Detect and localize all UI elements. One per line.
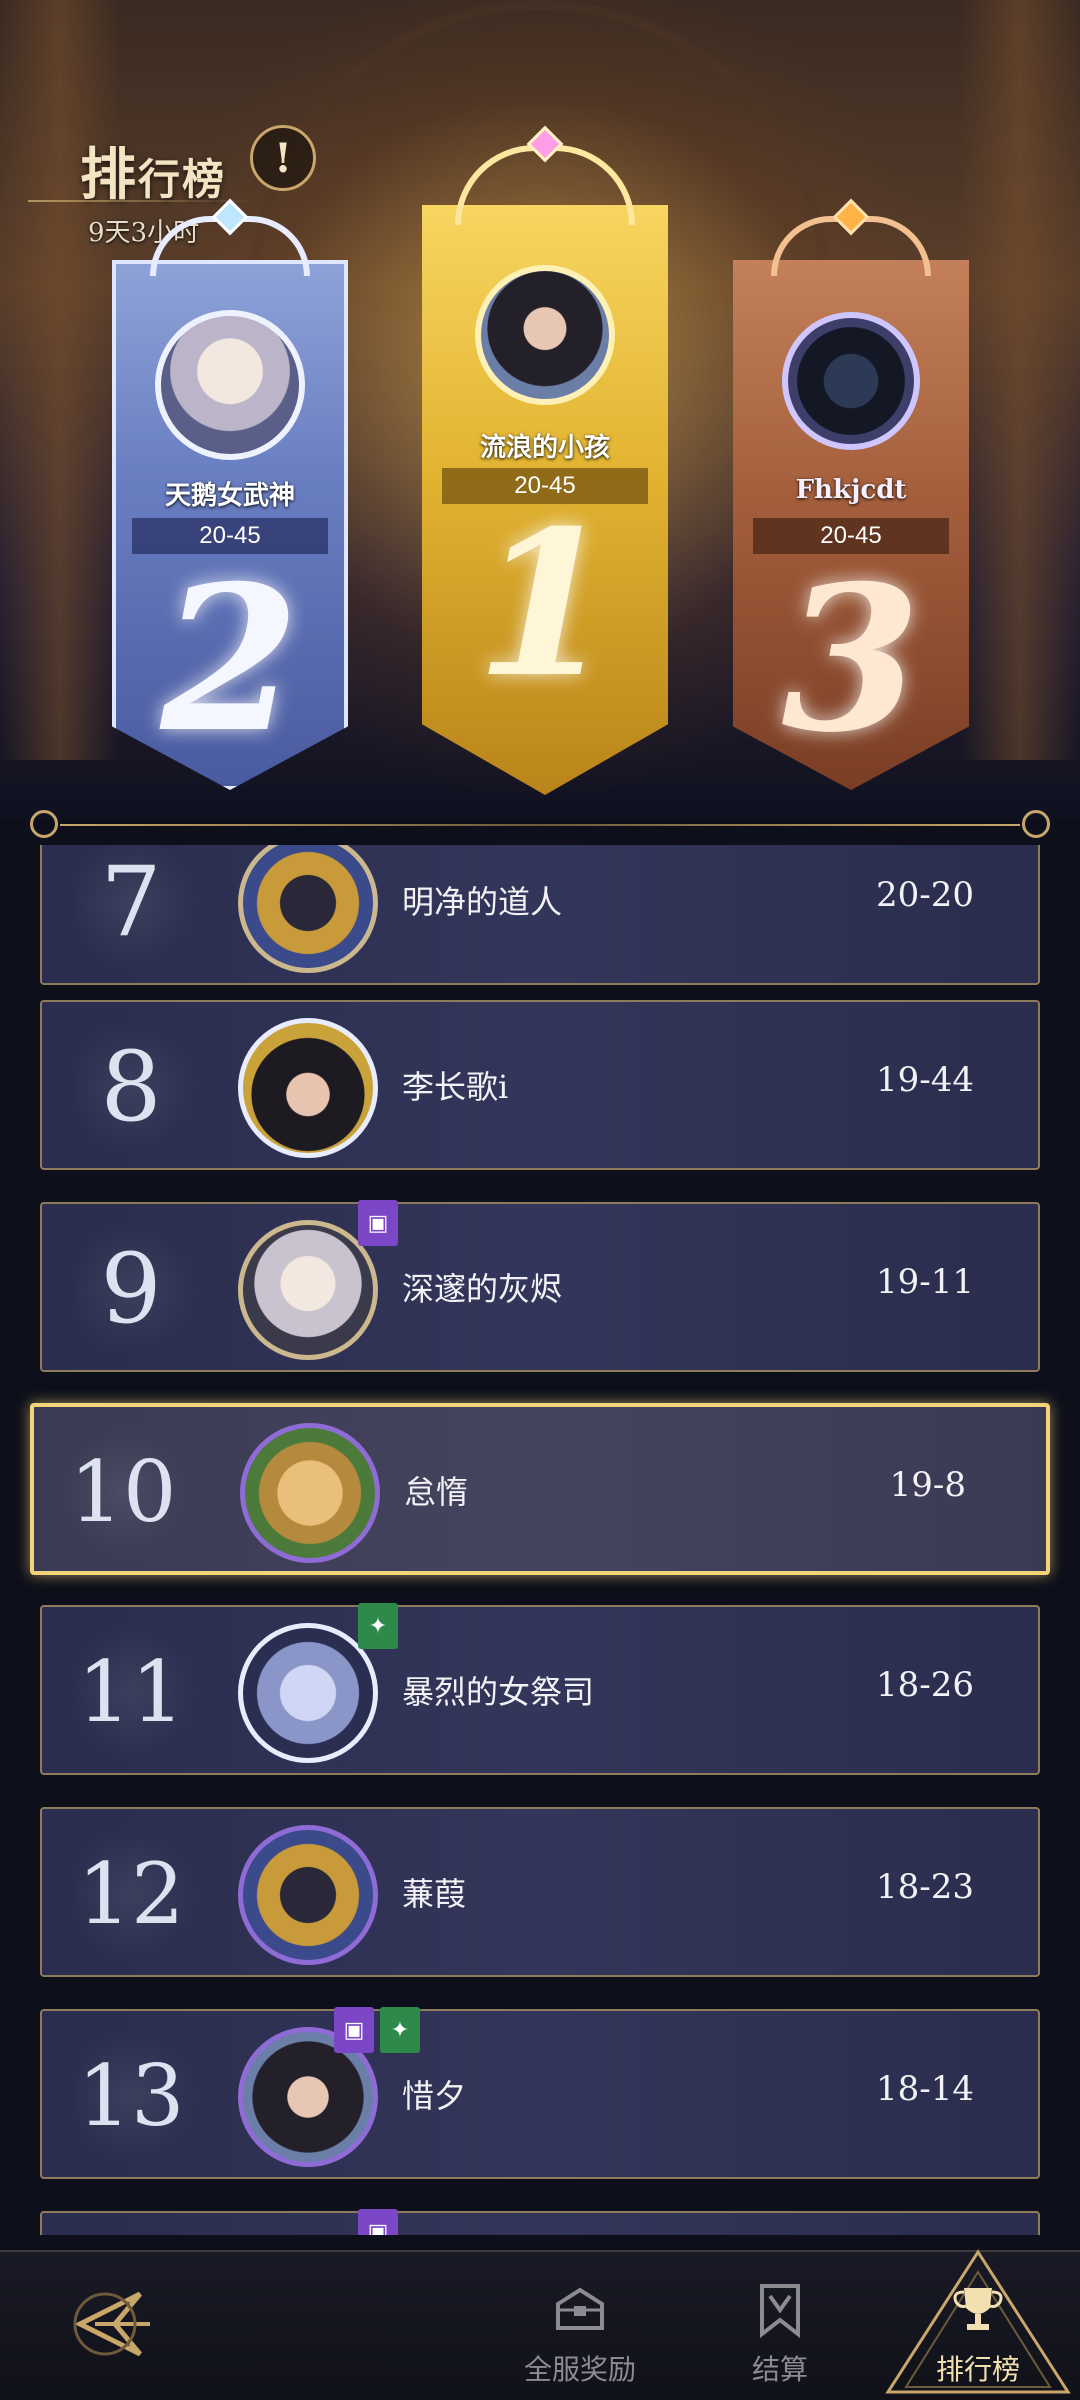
rank-number: 13 [66,2031,196,2161]
back-button[interactable] [40,2252,170,2400]
avatar[interactable] [475,265,615,405]
avatar[interactable] [238,845,378,973]
nav-tab-server-rewards[interactable]: 全服奖励 [510,2252,650,2400]
rank-number: 2 [160,542,300,777]
avatar[interactable] [782,312,920,450]
ornate-divider [30,810,1050,840]
pillar-right [960,0,1080,760]
header-divider [28,200,258,202]
player-score: 19-11 [875,1262,974,1302]
player-name: 深邃的灰烬 [402,1270,563,1308]
rank-badge-icon: ▣ [334,2007,374,2053]
page-title: 排行榜 [80,130,226,211]
nav-label: 全服奖励 [523,2353,636,2386]
player-name: 李长歌i [402,1068,509,1106]
rank-badge-icon: ▣ [358,2209,398,2235]
list-item-rank-12[interactable]: 12 蒹葭 18-23 [40,1807,1040,1977]
podium-rank-1[interactable]: 流浪的小孩 20-45 1 [422,125,668,795]
rank-number: 12 [66,1829,196,1959]
group-badge-icon: ✦ [358,1603,398,1649]
player-name: Fhkjcdt [795,475,907,505]
player-name: 暴烈的女祭司 [402,1673,595,1711]
list-item-rank-11[interactable]: 11 ✦ 暴烈的女祭司 18-26 [40,1603,1040,1775]
rank-number: 11 [66,1627,196,1757]
avatar[interactable] [155,310,305,460]
player-name: 蒹葭 [402,1875,467,1913]
title-rest: 行榜 [138,155,227,204]
avatar[interactable] [238,1220,378,1360]
rank-number: 10 [58,1427,188,1557]
avatar[interactable] [238,1825,378,1965]
divider-line [60,824,1020,826]
player-score: 18-26 [875,1665,974,1705]
list-item-rank-10-self[interactable]: 10 怠惰 19-8 [30,1403,1050,1575]
avatar[interactable] [238,1623,378,1763]
player-score: 18-23 [875,1867,974,1907]
player-score: 19-44 [875,1060,974,1100]
player-score: 19-8 [889,1465,966,1505]
list-item-rank-8[interactable]: 8 李长歌i 19-44 [40,1000,1040,1170]
avatar[interactable] [238,1018,378,1158]
list-item-partial[interactable]: ▣ [40,2209,1040,2235]
divider-cap-right [1022,810,1050,838]
player-score: 20-20 [875,875,974,915]
player-name: 惜夕 [402,2077,467,2115]
rank-badge-icon: ▣ [358,1200,398,1246]
divider-cap-left [30,810,58,838]
list-item-rank-7[interactable]: 7 明净的道人 20-20 [40,845,1040,985]
bottom-nav: 全服奖励 结算 排行榜 [0,2249,1080,2400]
player-name: 怠惰 [404,1473,469,1511]
ranking-list[interactable]: 7 明净的道人 20-20 8 李长歌i 19-44 9 ▣ 深邃的灰烬 19-… [0,845,1080,2235]
rank-number: 1 [475,487,615,722]
treasure-chest-icon [556,2287,604,2330]
rank-number: 9 [66,1224,196,1354]
title-first-char: 排 [80,142,138,208]
group-badge-icon: ✦ [380,2007,420,2053]
player-name: 明净的道人 [402,883,563,921]
rank-number: 8 [66,1022,196,1152]
avatar[interactable] [240,1423,380,1563]
nav-tab-leaderboard[interactable]: 排行榜 [878,2249,1078,2400]
info-button[interactable]: ! [250,125,316,191]
podium-rank-2[interactable]: 天鹅女武神 20-45 2 [112,198,348,790]
player-name: 天鹅女武神 [164,481,295,511]
exclamation-icon: ! [274,134,292,182]
nav-label: 结算 [751,2353,808,2386]
list-item-rank-9[interactable]: 9 ▣ 深邃的灰烬 19-11 [40,1200,1040,1372]
nav-label: 排行榜 [935,2353,1020,2386]
podium-rank-3[interactable]: Fhkjcdt 20-45 3 [733,198,969,790]
banner-icon [760,2284,800,2339]
trophy-icon [953,2288,1003,2330]
player-score: 18-14 [875,2069,974,2109]
pillar-left [0,0,120,760]
rank-number: 3 [781,542,921,777]
list-item-rank-13[interactable]: 13 ▣ ✦ 惜夕 18-14 [40,2007,1040,2179]
rank-number: 7 [66,845,196,967]
nav-tab-settlement[interactable]: 结算 [735,2252,825,2400]
back-arrow-icon [73,2291,150,2357]
player-name: 流浪的小孩 [479,433,610,463]
